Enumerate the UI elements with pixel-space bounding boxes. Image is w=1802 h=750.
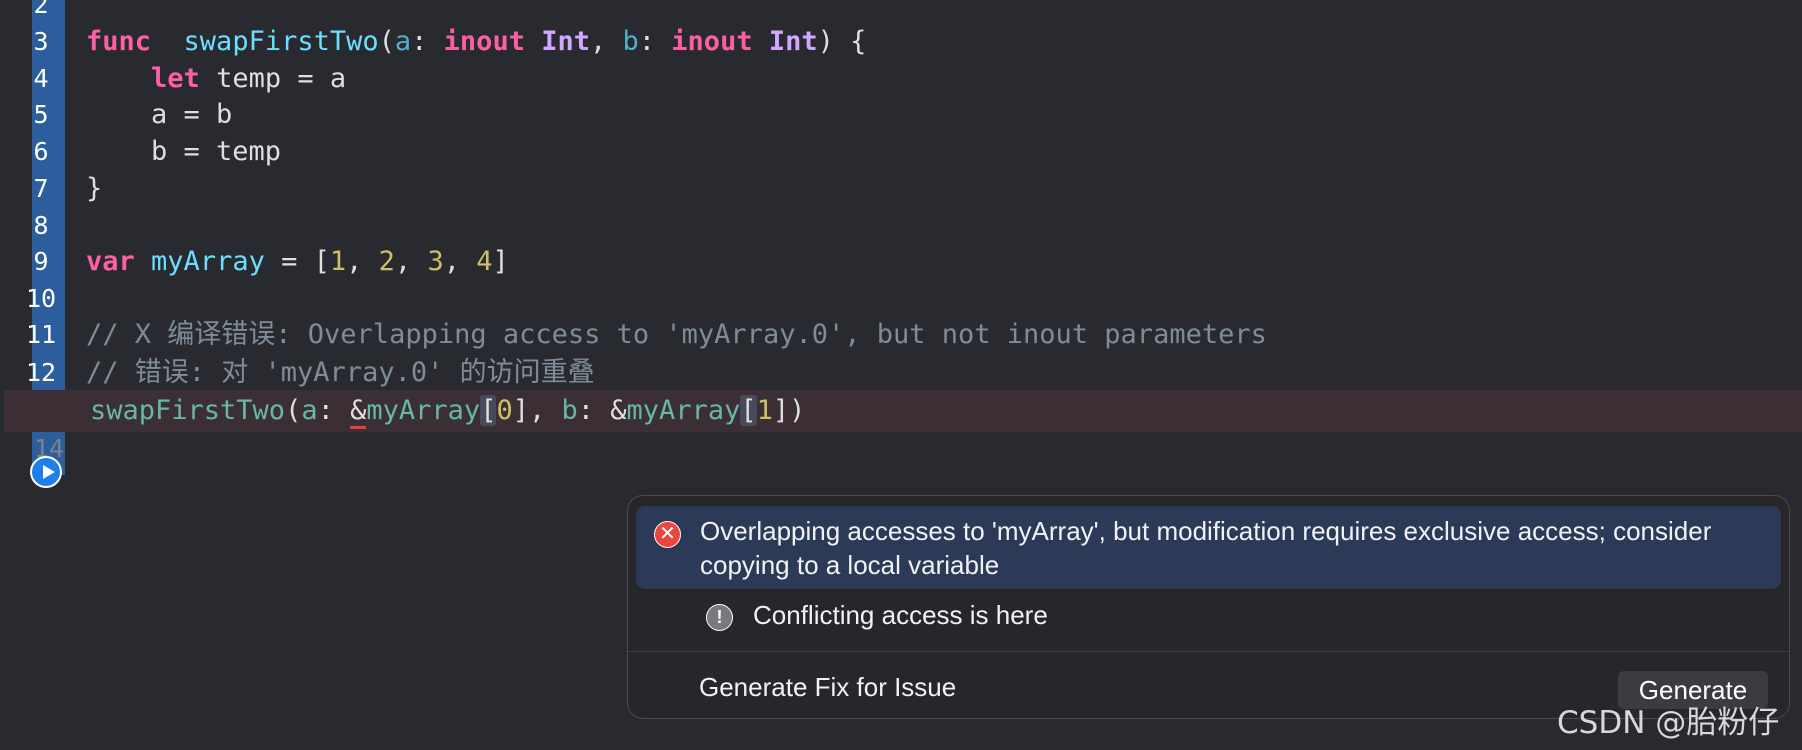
issue-message: Overlapping accesses to 'myArray', but m… xyxy=(700,516,1712,580)
run-line-icon[interactable] xyxy=(30,456,62,488)
info-icon: ! xyxy=(706,604,733,631)
code-token: func xyxy=(86,26,152,57)
code-token: : xyxy=(411,26,444,57)
code-token: 1 xyxy=(756,395,773,426)
code-token: : xyxy=(317,395,351,426)
code-line[interactable]: 3 func swapFirstTwo(a: inout Int, b: inou… xyxy=(0,21,1802,63)
code-token: var xyxy=(86,246,135,277)
code-text: // 错误: 对 'myArray.0' 的访问重叠 xyxy=(86,352,595,394)
code-token: ] xyxy=(492,246,509,277)
code-token: : & xyxy=(577,395,627,426)
code-token: , xyxy=(394,246,428,277)
code-line[interactable]: 11 // X 编译错误: Overlapping access to 'myAr… xyxy=(0,314,1802,356)
error-icon: ✕ xyxy=(654,521,681,548)
code-token: inout xyxy=(671,26,753,57)
code-token: swapFirstTwo xyxy=(90,395,286,426)
code-token: ( xyxy=(378,26,395,57)
line-number: 9 xyxy=(33,247,49,276)
issue-row-error[interactable]: ✕ Overlapping accesses to 'myArray', but… xyxy=(636,506,1781,589)
code-token: b xyxy=(561,395,578,426)
code-token: 2 xyxy=(378,246,395,277)
issue-popover: ✕ Overlapping accesses to 'myArray', but… xyxy=(627,495,1790,719)
code-text: swapFirstTwo(a: &myArray[0], b: &myArray… xyxy=(90,390,805,432)
code-line[interactable]: 6 b = temp xyxy=(0,131,1802,173)
code-token: Int xyxy=(541,26,590,57)
code-text: func swapFirstTwo(a: inout Int, b: inout… xyxy=(86,21,866,63)
code-token: 4 xyxy=(476,246,493,277)
code-token: Int xyxy=(768,26,818,57)
code-token: a xyxy=(394,26,412,57)
generate-fix-label: Generate Fix for Issue xyxy=(699,672,957,702)
code-token: inout xyxy=(443,26,525,57)
line-number: 7 xyxy=(33,174,49,203)
code-line[interactable]: 14 xyxy=(0,428,1802,470)
code-token: a = b xyxy=(86,99,233,130)
code-line[interactable]: 12 // 错误: 对 'myArray.0' 的访问重叠 xyxy=(0,352,1802,394)
line-number: 12 xyxy=(25,358,57,387)
code-token: myArray xyxy=(151,246,265,277)
code-token: myArray xyxy=(626,395,741,426)
code-text: var myArray = [1, 2, 3, 4] xyxy=(86,241,509,283)
code-token: 0 xyxy=(496,395,513,426)
note-message: Conflicting access is here xyxy=(753,600,1048,630)
code-token: [ xyxy=(740,395,757,426)
code-text: a = b xyxy=(86,94,232,136)
code-token: [ xyxy=(480,395,497,426)
code-token: // 错误: 对 'myArray.0' 的访问重叠 xyxy=(86,357,595,388)
code-token: let xyxy=(151,63,200,94)
code-text: // X 编译错误: Overlapping access to 'myArra… xyxy=(86,314,1267,356)
code-text: b = temp xyxy=(86,131,281,173)
code-token: = [ xyxy=(264,246,330,277)
code-token: b = temp xyxy=(86,136,282,167)
line-number: 3 xyxy=(33,27,49,56)
code-line[interactable]: 9 var myArray = [1, 2, 3, 4] xyxy=(0,241,1802,283)
line-number: 6 xyxy=(33,137,49,166)
code-token: 3 xyxy=(427,246,444,277)
code-token: , xyxy=(590,26,623,57)
code-line[interactable]: 5 a = b xyxy=(0,94,1802,136)
code-token: } xyxy=(86,173,103,204)
issue-row-note[interactable]: ! Conflicting access is here xyxy=(628,596,1789,640)
code-token: , xyxy=(443,246,477,277)
code-token: ]) xyxy=(772,395,806,426)
code-token: b xyxy=(622,26,639,57)
watermark: CSDN @胎粉仔 xyxy=(1557,705,1780,741)
code-token: myArray xyxy=(366,395,481,426)
code-token: : xyxy=(638,26,672,57)
code-token: ], xyxy=(512,395,562,426)
line-number: 11 xyxy=(25,320,57,349)
code-token: swapFirstTwo xyxy=(183,26,379,57)
code-token: 1 xyxy=(329,246,347,277)
code-token: temp = a xyxy=(199,63,347,94)
code-token: , xyxy=(346,246,379,277)
popover-divider xyxy=(628,651,1789,652)
code-text: } xyxy=(86,168,102,210)
code-token: ( xyxy=(285,395,302,426)
line-number: 5 xyxy=(33,100,49,129)
code-line-error[interactable]: swapFirstTwo(a: &myArray[0], b: &myArray… xyxy=(4,390,1802,432)
code-line[interactable]: 7} xyxy=(0,168,1802,210)
code-token: ) { xyxy=(817,26,867,57)
code-token: // X 编译错误: Overlapping access to 'myArra… xyxy=(86,319,1267,350)
code-token: & xyxy=(350,395,367,429)
code-token: a xyxy=(301,395,318,426)
